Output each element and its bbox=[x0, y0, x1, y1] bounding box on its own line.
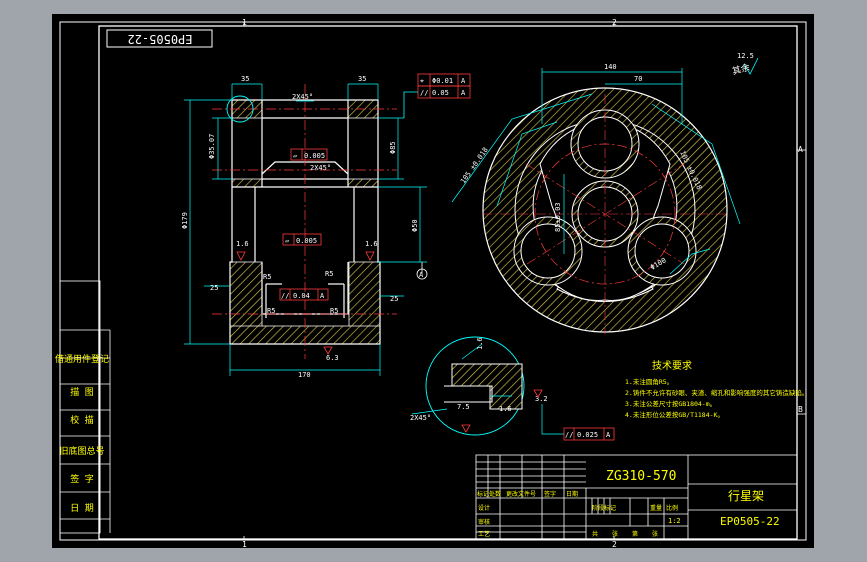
left-stamp-column bbox=[59, 280, 111, 534]
zone-bottom-2: 2 bbox=[612, 540, 617, 548]
dim-phi-right-mid: Φ50 bbox=[411, 219, 419, 232]
tol-par-ref: A bbox=[461, 89, 466, 97]
tb-label-11: 共 bbox=[592, 530, 598, 538]
tech-req-line-1: 2.铸件不允许有砂眼、夹渣、缩孔和影响强度的其它铸造缺陷。 bbox=[625, 388, 808, 397]
detail-view: 2X45° 7.5 1.6 3.2 1.6 bbox=[410, 336, 564, 436]
detail-rough-32: 3.2 bbox=[535, 395, 548, 403]
dim-phi-179: Φ179 bbox=[181, 212, 189, 229]
dim-35-right: 35 bbox=[358, 75, 366, 83]
detail-rough-16: 1.6 bbox=[499, 405, 512, 413]
tb-label-14: 张 bbox=[652, 530, 658, 538]
zone-bottom-1: 1 bbox=[242, 540, 247, 548]
title-block-part-name: 行星架 bbox=[728, 489, 764, 503]
dim-2x45-top: 2X45° bbox=[292, 93, 313, 101]
stamp-label-2: 校 描 bbox=[70, 414, 93, 426]
tol-par-val: 0.05 bbox=[432, 89, 449, 97]
tech-req-line-2: 3.未注公差尺寸按GB1804-m。 bbox=[625, 399, 716, 408]
bore-left bbox=[520, 223, 576, 279]
plan-view: 140 70 105 ±0.018 105 ±0.018 85±0.03 Φ10… bbox=[451, 52, 759, 334]
stamp-label-3: 旧底图总号 bbox=[59, 445, 104, 457]
title-block-material: ZG310-570 bbox=[606, 469, 676, 484]
dim-r5-b-left: R5 bbox=[267, 307, 275, 315]
tech-req-title: 技术要求 bbox=[652, 359, 692, 372]
tb-label-6: 审核 bbox=[478, 518, 490, 526]
tol-par2-sym: // bbox=[281, 292, 289, 300]
tb-label-12: 张 bbox=[612, 530, 618, 538]
tol-pos-sym: ⌖ bbox=[420, 77, 424, 85]
plan-dim-arc-left: 105 ±0.018 bbox=[459, 146, 490, 185]
tb-label-13: 第 bbox=[632, 530, 638, 538]
tol-flat2-sym: ▱ bbox=[285, 237, 290, 245]
tol-par3-sym: // bbox=[565, 431, 573, 439]
tech-req-line-3: 4.未注形位公差按GB/T1184-K。 bbox=[625, 410, 724, 419]
title-block-drawing-number: EP0505-22 bbox=[720, 515, 780, 528]
title-block-scale: 1:2 bbox=[668, 517, 681, 525]
tol-par3-ref: A bbox=[606, 431, 611, 439]
dim-r5-b-right: R5 bbox=[330, 307, 338, 315]
tb-label-4: 日期 bbox=[566, 490, 578, 498]
drawing-sheet: 1 2 1 2 A B EP0505-22 借通用件登记 描 图 校 描 旧底图… bbox=[52, 14, 814, 548]
tb-label-10: 比例 bbox=[666, 504, 678, 512]
tol-par2-ref: A bbox=[320, 292, 325, 300]
datum-a-symbol: A bbox=[416, 262, 428, 280]
tb-label-2: 更改文件号 bbox=[506, 490, 536, 498]
tb-label-9: 重量 bbox=[650, 504, 662, 512]
rough-16-right: 1.6 bbox=[365, 240, 378, 248]
tb-label-8: 阶段标记 bbox=[592, 504, 616, 512]
dim-phi-right-small: Φ85 bbox=[389, 141, 397, 154]
rough-63: 6.3 bbox=[326, 354, 339, 362]
stamp-label-1: 描 图 bbox=[70, 386, 93, 398]
stamp-label-4: 签 字 bbox=[70, 473, 93, 485]
detail-rough-16b: 1.6 bbox=[476, 337, 484, 350]
dim-25-left: 25 bbox=[210, 284, 218, 292]
rotated-drawing-number: EP0505-22 bbox=[127, 32, 192, 46]
tol-flat2-val: 0.005 bbox=[296, 237, 317, 245]
tb-label-1: 处数 bbox=[489, 490, 501, 498]
rotated-drawing-number-box: EP0505-22 bbox=[106, 29, 213, 48]
dim-25-right: 25 bbox=[390, 295, 398, 303]
datum-a-label: A bbox=[419, 271, 424, 279]
detail-rough-75: 7.5 bbox=[457, 403, 470, 411]
tb-label-0: 标记 bbox=[477, 490, 489, 498]
tol-flat1-val: 0.005 bbox=[304, 152, 325, 160]
tol-flat1-sym: ▱ bbox=[293, 152, 298, 160]
zone-right-a: A bbox=[798, 145, 803, 154]
engineering-drawing: 1 2 1 2 A B EP0505-22 借通用件登记 描 图 校 描 旧底图… bbox=[55, 18, 808, 548]
dim-2x45-mid: 2X45° bbox=[310, 164, 331, 172]
tol-par3-val: 0.025 bbox=[577, 431, 598, 439]
rough-16-left: 1.6 bbox=[236, 240, 249, 248]
dim-35-left: 35 bbox=[241, 75, 249, 83]
plan-dim-center: 85±0.03 bbox=[554, 202, 562, 232]
zone-top-2: 2 bbox=[612, 18, 617, 27]
tech-requirements: 技术要求 1.未注圆角R5。 2.铸件不允许有砂眼、夹渣、缩孔和影响强度的其它铸… bbox=[625, 359, 808, 419]
dim-phi-left-small: Φ35.07 bbox=[208, 134, 216, 159]
zone-right-b: B bbox=[798, 405, 803, 414]
tb-label-3: 签字 bbox=[544, 490, 556, 498]
bore-right bbox=[634, 223, 690, 279]
roughness-rest: 12.5 其余 bbox=[731, 52, 759, 77]
tb-label-7: 工艺 bbox=[478, 530, 490, 538]
roughness-rest-label: 其余 bbox=[731, 61, 752, 77]
stamp-label-0: 借通用件登记 bbox=[55, 353, 109, 365]
tol-par-sym: // bbox=[420, 89, 428, 97]
tech-req-line-0: 1.未注圆角R5。 bbox=[625, 377, 673, 386]
plan-dim-70: 70 bbox=[634, 75, 642, 83]
tol-pos-val: Φ0.01 bbox=[432, 77, 453, 85]
roughness-rest-value: 12.5 bbox=[737, 52, 754, 60]
tol-pos-ref: A bbox=[461, 77, 466, 85]
dim-r5-left: R5 bbox=[263, 273, 271, 281]
zone-top-1: 1 bbox=[242, 18, 247, 27]
plan-dim-140: 140 bbox=[604, 63, 617, 71]
dim-r5-right: R5 bbox=[325, 270, 333, 278]
tb-label-5: 设计 bbox=[478, 504, 490, 512]
dim-170: 170 bbox=[298, 371, 311, 379]
stamp-label-5: 日 期 bbox=[70, 503, 93, 514]
front-view: 35 35 2X45° 2X45° Φ179 Φ35.07 Φ85 Φ50 25… bbox=[181, 75, 428, 379]
tol-par2-val: 0.04 bbox=[293, 292, 310, 300]
detail-dim-2x45: 2X45° bbox=[410, 414, 431, 422]
